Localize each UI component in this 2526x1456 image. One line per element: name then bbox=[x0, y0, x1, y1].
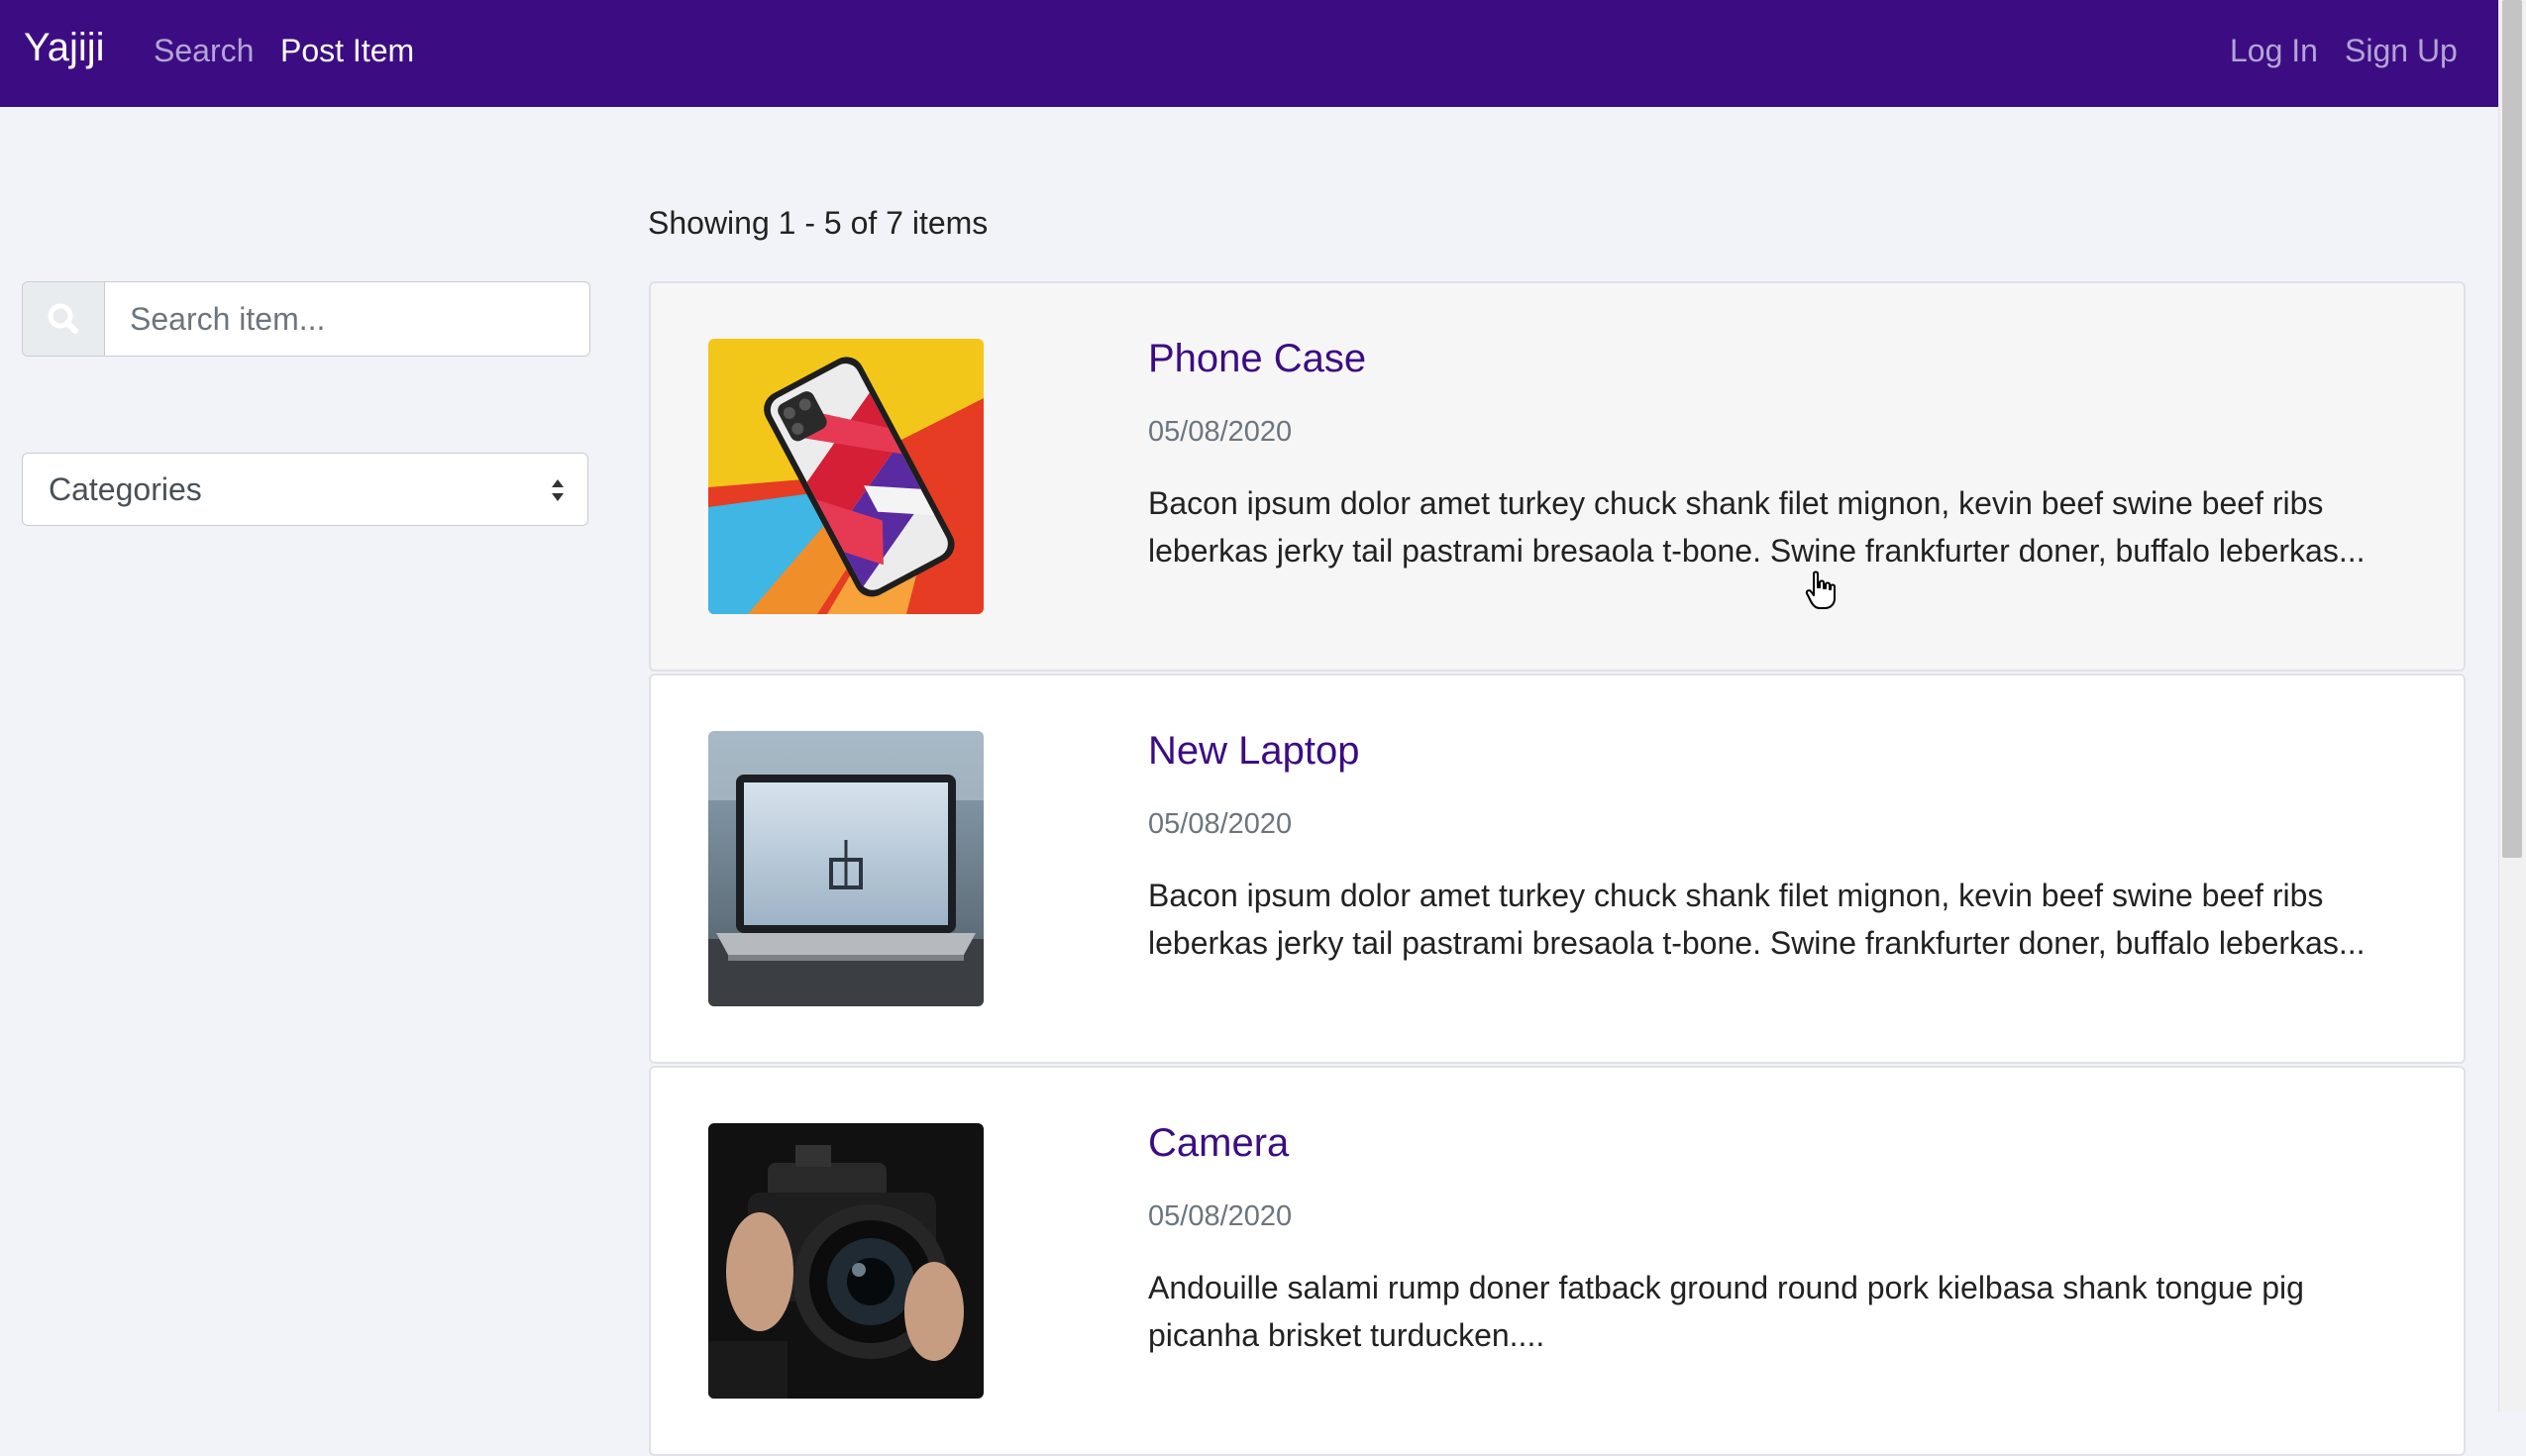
scrollbar-thumb[interactable] bbox=[2502, 0, 2522, 858]
nav-search-link[interactable]: Search bbox=[154, 33, 254, 69]
item-date: 05/08/2020 bbox=[1148, 808, 1293, 840]
item-description: Bacon ipsum dolor amet turkey chuck shan… bbox=[1148, 485, 2366, 569]
results-suffix: items bbox=[911, 205, 989, 241]
item-title[interactable]: Camera bbox=[1148, 1121, 1289, 1166]
search-icon bbox=[48, 303, 78, 334]
results-prefix: Showing bbox=[648, 205, 770, 241]
top-navbar: Yajiji Search Post Item Log In Sign Up bbox=[0, 0, 2498, 107]
search-addon bbox=[23, 282, 105, 356]
results-total: 7 bbox=[886, 205, 903, 241]
hand-cursor-icon bbox=[1805, 571, 1836, 609]
categories-select[interactable]: Categories bbox=[22, 453, 588, 526]
item-description: Andouille salami rump doner fatback grou… bbox=[1148, 1270, 2304, 1353]
laptop-image[interactable] bbox=[708, 731, 984, 1006]
camera-image[interactable] bbox=[708, 1123, 984, 1399]
phone-case-image[interactable] bbox=[708, 339, 984, 614]
item-card[interactable]: Camera 05/08/2020 Andouille salami rump … bbox=[649, 1066, 2466, 1456]
search-input[interactable] bbox=[106, 282, 581, 356]
search-group bbox=[22, 281, 590, 357]
item-description: Bacon ipsum dolor amet turkey chuck shan… bbox=[1148, 878, 2366, 961]
item-date: 05/08/2020 bbox=[1148, 416, 1293, 448]
nav-login-link[interactable]: Log In bbox=[2230, 33, 2318, 69]
results-count: Showing 1 - 5 of 7 items bbox=[648, 205, 988, 242]
select-arrows-icon bbox=[552, 479, 564, 501]
nav-signup-link[interactable]: Sign Up bbox=[2345, 33, 2458, 69]
item-card[interactable]: Phone Case 05/08/2020 Bacon ipsum dolor … bbox=[649, 281, 2466, 672]
results-range: 1 - 5 bbox=[778, 205, 842, 241]
item-card[interactable]: New Laptop 05/08/2020 Bacon ipsum dolor … bbox=[649, 674, 2466, 1064]
nav-post-item-link[interactable]: Post Item bbox=[280, 33, 414, 69]
categories-select-value: Categories bbox=[49, 471, 202, 507]
item-date: 05/08/2020 bbox=[1148, 1200, 1293, 1232]
brand-logo[interactable]: Yajiji bbox=[24, 26, 105, 70]
results-of: of bbox=[850, 205, 878, 241]
item-title[interactable]: New Laptop bbox=[1148, 729, 1359, 774]
item-title[interactable]: Phone Case bbox=[1148, 337, 1366, 381]
